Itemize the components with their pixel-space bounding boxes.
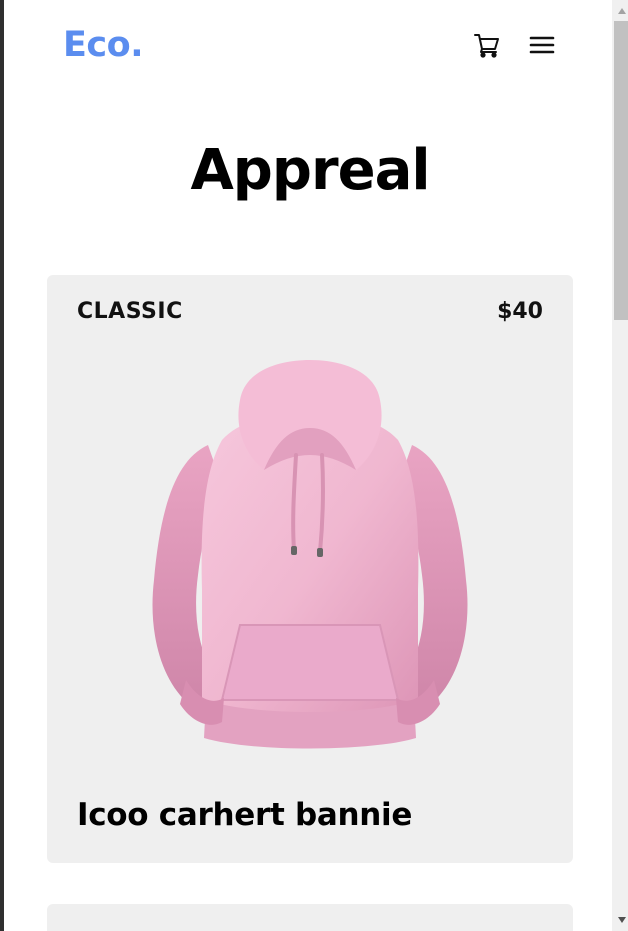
page: Eco. Appreal CLASSIC $40 Icoo carhert ba… [8, 0, 612, 931]
scroll-down-arrow-icon[interactable] [612, 911, 628, 928]
browser-viewport: Eco. Appreal CLASSIC $40 Icoo carhert ba… [0, 0, 628, 931]
vertical-scrollbar[interactable] [612, 0, 628, 931]
cart-button[interactable] [470, 28, 504, 62]
menu-button[interactable] [525, 28, 559, 62]
site-logo[interactable]: Eco. [63, 24, 144, 66]
hamburger-menu-icon [529, 36, 555, 54]
product-image-hoodie[interactable] [130, 360, 490, 760]
cart-icon [474, 34, 499, 58]
page-title: Appreal [190, 138, 430, 203]
scroll-up-arrow-icon[interactable] [612, 2, 628, 19]
product-card[interactable]: CLASSIC $40 Icoo carhert bannie [47, 275, 573, 863]
product-card[interactable] [47, 904, 573, 931]
scrollbar-thumb[interactable] [614, 21, 628, 320]
product-name: Icoo carhert bannie [77, 797, 413, 833]
product-tag: CLASSIC [77, 299, 183, 324]
site-header: Eco. [8, 0, 612, 92]
product-price: $40 [497, 299, 543, 324]
